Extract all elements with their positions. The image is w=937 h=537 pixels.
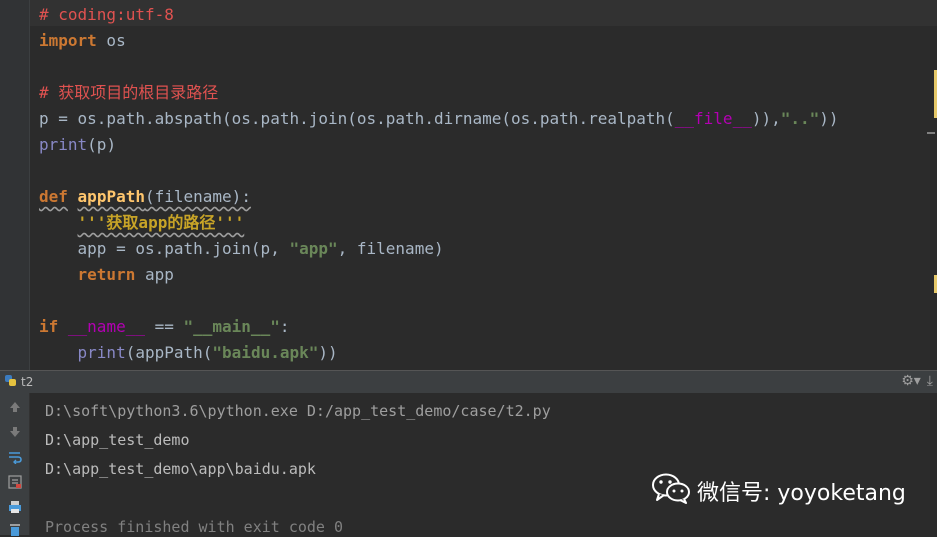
code-token: )) xyxy=(819,109,839,128)
arrow-up-icon[interactable] xyxy=(7,399,23,415)
code-lines[interactable]: # coding:utf-8 import os # 获取项目的根目录路径 p = o… xyxy=(39,2,839,366)
editor-gutter xyxy=(0,0,30,370)
code-token: )), xyxy=(751,109,781,128)
code-token: appPath xyxy=(77,187,145,206)
code-token: # coding:utf-8 xyxy=(39,5,174,24)
code-token: : xyxy=(279,317,290,336)
code-line[interactable] xyxy=(39,158,839,184)
run-toolbar xyxy=(0,393,30,536)
code-token: ".." xyxy=(780,109,820,128)
wechat-icon xyxy=(651,472,691,510)
run-tab[interactable]: t2 xyxy=(4,374,33,390)
code-token: app xyxy=(135,265,174,284)
code-line[interactable]: p = os.path.abspath(os.path.join(os.path… xyxy=(39,106,839,132)
code-token: (p) xyxy=(87,135,117,154)
code-token: (appPath( xyxy=(125,343,213,362)
code-line[interactable] xyxy=(39,288,839,314)
code-line[interactable]: app = os.path.join(p, "app", filename) xyxy=(39,236,839,262)
code-token: print xyxy=(39,135,88,154)
code-token: == xyxy=(144,317,184,336)
console-output[interactable]: D:\soft\python3.6\python.exe D:/app_test… xyxy=(30,393,937,535)
code-token: "__main__" xyxy=(183,317,280,336)
console-output-line: D:\app_test_demo xyxy=(45,431,190,449)
code-token: __name__ xyxy=(67,317,145,336)
code-token: return xyxy=(77,265,136,284)
arrow-down-icon[interactable] xyxy=(7,424,23,440)
code-token: if xyxy=(39,317,59,336)
code-token: "baidu.apk" xyxy=(212,343,319,362)
code-line[interactable]: return app xyxy=(39,262,839,288)
code-line[interactable]: # 获取项目的根目录路径 xyxy=(39,80,839,106)
wechat-watermark: 微信号: yoyoketang xyxy=(651,472,906,510)
print-icon[interactable] xyxy=(7,499,23,515)
scroll-to-end-icon[interactable] xyxy=(7,474,23,490)
code-line[interactable]: '''获取app的路径''' xyxy=(39,210,839,236)
console-output-line: D:\app_test_demo\app\baidu.apk xyxy=(45,460,316,478)
soft-wrap-icon[interactable] xyxy=(7,449,23,465)
code-line[interactable]: if __name__ == "__main__": xyxy=(39,314,839,340)
python-icon xyxy=(4,374,17,390)
code-line[interactable]: print(p) xyxy=(39,132,839,158)
code-line[interactable]: # coding:utf-8 xyxy=(39,2,839,28)
scrollbar-marker xyxy=(927,132,935,134)
run-tab-label: t2 xyxy=(21,375,34,389)
code-token: import xyxy=(39,31,97,50)
code-token: '''获取app的路径''' xyxy=(77,213,245,232)
code-token: __file__ xyxy=(674,109,752,128)
console-command-line: D:\soft\python3.6\python.exe D:/app_test… xyxy=(45,402,551,420)
code-token: # 获取项目的根目录路径 xyxy=(39,83,219,102)
code-token: def xyxy=(39,187,68,206)
code-line[interactable]: import os xyxy=(39,28,839,54)
code-token: os xyxy=(96,31,126,50)
code-token: app = os.path.join(p, xyxy=(39,239,290,258)
code-line[interactable]: print(appPath("baidu.apk")) xyxy=(39,340,839,366)
code-token: , filename) xyxy=(337,239,444,258)
code-line[interactable]: def appPath(filename): xyxy=(39,184,839,210)
code-token: p = os.path.abspath(os.path.join(os.path… xyxy=(39,109,675,128)
watermark-text: 微信号: yoyoketang xyxy=(697,481,906,506)
gear-icon[interactable]: ⚙▾ xyxy=(901,373,921,389)
hide-panel-icon[interactable]: ⤓ xyxy=(927,373,933,389)
code-line[interactable] xyxy=(39,54,839,80)
code-token: (filename): xyxy=(144,187,251,206)
code-token: )) xyxy=(318,343,338,362)
console-exit-message: Process finished with exit code 0 xyxy=(45,518,344,535)
code-editor[interactable]: # coding:utf-8 import os # 获取项目的根目录路径 p = o… xyxy=(0,0,937,370)
code-token: "app" xyxy=(289,239,338,258)
code-token: print xyxy=(77,343,126,362)
run-panel-header: t2 ⚙▾ ⤓ xyxy=(0,370,937,393)
